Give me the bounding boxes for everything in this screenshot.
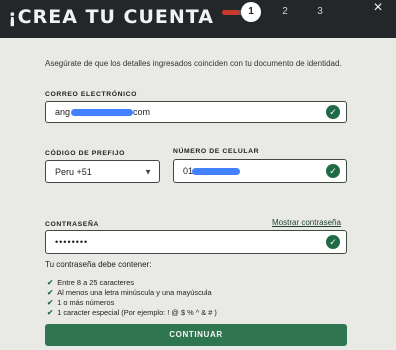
requirement-item: ✔ 1 caracter especial (Por ejemplo: ! @ $… <box>47 308 217 317</box>
requirement-item: ✔ Al menos una letra minúscula y una mayú… <box>47 288 212 297</box>
step-1: 1 <box>241 2 261 22</box>
step-progress-fill <box>222 10 239 15</box>
phone-value: 01 <box>183 166 241 176</box>
email-label: CORREO ELECTRÓNICO <box>45 91 137 98</box>
prefix-value: Peru +51 <box>55 166 92 177</box>
signup-form: Asegúrate de que los detalles ingresados… <box>0 38 396 350</box>
email-value: ang com <box>55 107 151 117</box>
requirement-item: ✔ Entre 8 a 25 caracteres <box>47 278 135 287</box>
header-bar: ¡CREA TU CUENTA 1 2 3 × <box>0 0 396 38</box>
prefix-select[interactable]: Peru +51 ▼ <box>45 160 160 183</box>
check-circle-icon: ✓ <box>326 105 340 119</box>
email-field[interactable]: ang com ✓ <box>45 101 347 123</box>
check-circle-icon: ✓ <box>326 164 340 178</box>
check-icon: ✔ <box>47 288 54 297</box>
continue-button[interactable]: CONTINUAR <box>45 324 347 346</box>
redaction-mark <box>71 109 134 117</box>
requirements-title: Tu contraseña debe contener: <box>45 260 152 269</box>
password-label: CONTRASEÑA <box>45 221 99 228</box>
show-password-link[interactable]: Mostrar contraseña <box>272 218 341 227</box>
info-text: Asegúrate de que los detalles ingresados… <box>45 59 342 68</box>
step-3: 3 <box>317 6 323 17</box>
check-icon: ✔ <box>47 278 54 287</box>
phone-label: NÚMERO DE CELULAR <box>173 148 260 155</box>
step-indicator: 1 2 3 <box>210 0 350 24</box>
password-value: •••••••• <box>55 237 89 247</box>
phone-field[interactable]: 01 ✓ <box>173 159 347 183</box>
password-field[interactable]: •••••••• ✓ <box>45 230 347 254</box>
step-2: 2 <box>282 6 288 17</box>
page-title: ¡CREA TU CUENTA <box>8 6 214 28</box>
prefix-label: CÓDIGO DE PREFIJO <box>45 150 126 157</box>
check-circle-icon: ✓ <box>326 235 340 249</box>
requirement-item: ✔ 1 o más números <box>47 298 115 307</box>
check-icon: ✔ <box>47 298 54 307</box>
redaction-mark <box>192 168 241 176</box>
check-icon: ✔ <box>47 308 54 317</box>
caret-down-icon: ▼ <box>144 167 152 176</box>
close-icon[interactable]: × <box>369 0 387 18</box>
